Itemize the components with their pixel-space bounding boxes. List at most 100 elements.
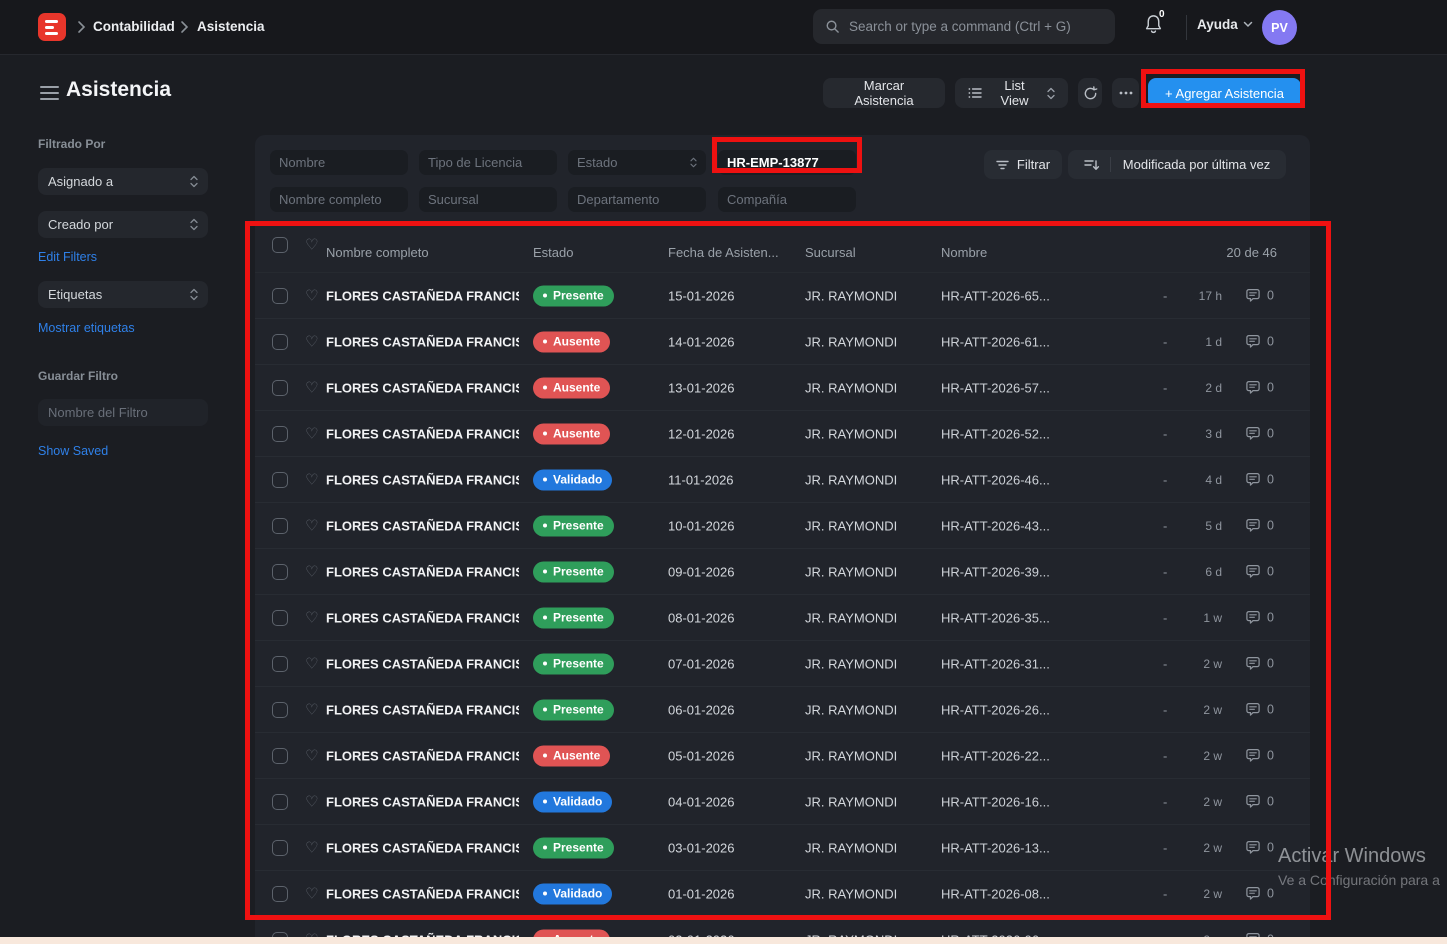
table-row[interactable]: FLORES CASTAÑEDA FRANCISC Presente 06-01…	[255, 687, 1310, 733]
table-row[interactable]: FLORES CASTAÑEDA FRANCISC Presente 09-01…	[255, 549, 1310, 595]
filter-compania-input[interactable]	[718, 187, 856, 212]
filter-estado-select[interactable]: Estado	[568, 150, 706, 175]
comment-count[interactable]: 0	[1245, 334, 1274, 349]
comment-count[interactable]: 0	[1245, 702, 1274, 717]
help-menu[interactable]: Ayuda	[1197, 17, 1253, 32]
comment-count[interactable]: 0	[1245, 426, 1274, 441]
heart-icon[interactable]	[305, 470, 318, 488]
sidebar-toggle-icon[interactable]	[40, 86, 59, 100]
row-checkbox[interactable]	[272, 564, 288, 580]
table-row[interactable]: FLORES CASTAÑEDA FRANCISC Ausente 12-01-…	[255, 411, 1310, 457]
assigned-to-select[interactable]: Asignado a	[38, 168, 208, 195]
row-checkbox[interactable]	[272, 472, 288, 488]
filter-employee-input[interactable]: HR-EMP-13877	[718, 150, 856, 175]
heart-icon[interactable]	[305, 654, 318, 672]
employee-name-link[interactable]: FLORES CASTAÑEDA FRANCISC	[326, 610, 519, 625]
employee-name-link[interactable]: FLORES CASTAÑEDA FRANCISC	[326, 840, 519, 855]
comment-count[interactable]: 0	[1245, 886, 1274, 901]
table-row[interactable]: FLORES CASTAÑEDA FRANCISC Presente 07-01…	[255, 641, 1310, 687]
row-checkbox[interactable]	[272, 610, 288, 626]
created-by-select[interactable]: Creado por	[38, 211, 208, 238]
avatar[interactable]: PV	[1262, 10, 1297, 45]
notifications-button[interactable]: 0	[1143, 13, 1173, 43]
edit-filters-link[interactable]: Edit Filters	[38, 250, 97, 264]
row-checkbox[interactable]	[272, 334, 288, 350]
filter-button[interactable]: Filtrar	[984, 150, 1062, 179]
heart-icon[interactable]	[305, 884, 318, 902]
heart-icon[interactable]	[305, 332, 318, 350]
sort-button[interactable]: Modificada por última vez	[1068, 150, 1286, 179]
more-options-button[interactable]	[1112, 78, 1139, 108]
table-row[interactable]: FLORES CASTAÑEDA FRANCISC Ausente 13-01-…	[255, 365, 1310, 411]
row-checkbox[interactable]	[272, 748, 288, 764]
employee-name-link[interactable]: FLORES CASTAÑEDA FRANCISC	[326, 472, 519, 487]
mark-attendance-button[interactable]: Marcar Asistencia	[823, 78, 945, 108]
like-filter-icon[interactable]	[305, 236, 318, 254]
employee-name-link[interactable]: FLORES CASTAÑEDA FRANCISC	[326, 748, 519, 763]
comment-count[interactable]: 0	[1245, 564, 1274, 579]
heart-icon[interactable]	[305, 608, 318, 626]
comment-count[interactable]: 0	[1245, 794, 1274, 809]
show-saved-link[interactable]: Show Saved	[38, 444, 108, 458]
comment-count[interactable]: 0	[1245, 288, 1274, 303]
employee-name-link[interactable]: FLORES CASTAÑEDA FRANCISC	[326, 518, 519, 533]
app-logo-icon[interactable]	[38, 13, 66, 41]
tags-select[interactable]: Etiquetas	[38, 281, 208, 308]
employee-name-link[interactable]: FLORES CASTAÑEDA FRANCISC	[326, 380, 519, 395]
table-row[interactable]: FLORES CASTAÑEDA FRANCISC Validado 01-01…	[255, 871, 1310, 917]
comment-count[interactable]: 0	[1245, 380, 1274, 395]
employee-name-link[interactable]: FLORES CASTAÑEDA FRANCISC	[326, 656, 519, 671]
heart-icon[interactable]	[305, 424, 318, 442]
heart-icon[interactable]	[305, 746, 318, 764]
row-checkbox[interactable]	[272, 656, 288, 672]
row-checkbox[interactable]	[272, 886, 288, 902]
table-row[interactable]: FLORES CASTAÑEDA FRANCISC Ausente 14-01-…	[255, 319, 1310, 365]
breadcrumb-contabilidad[interactable]: Contabilidad	[93, 19, 175, 34]
row-checkbox[interactable]	[272, 702, 288, 718]
row-checkbox[interactable]	[272, 794, 288, 810]
heart-icon[interactable]	[305, 700, 318, 718]
heart-icon[interactable]	[305, 286, 318, 304]
table-row[interactable]: FLORES CASTAÑEDA FRANCISC Presente 08-01…	[255, 595, 1310, 641]
row-checkbox[interactable]	[272, 288, 288, 304]
show-tags-link[interactable]: Mostrar etiquetas	[38, 321, 135, 335]
table-row[interactable]: FLORES CASTAÑEDA FRANCISC Presente 03-01…	[255, 825, 1310, 871]
comment-count[interactable]: 0	[1245, 472, 1274, 487]
row-checkbox[interactable]	[272, 426, 288, 442]
table-row[interactable]: FLORES CASTAÑEDA FRANCISC Presente 10-01…	[255, 503, 1310, 549]
view-selector-button[interactable]: List View	[955, 78, 1068, 108]
table-row[interactable]: FLORES CASTAÑEDA FRANCISC Ausente 05-01-…	[255, 733, 1310, 779]
heart-icon[interactable]	[305, 516, 318, 534]
refresh-button[interactable]	[1078, 78, 1102, 108]
comment-count[interactable]: 0	[1245, 840, 1274, 855]
employee-name-link[interactable]: FLORES CASTAÑEDA FRANCISC	[326, 886, 519, 901]
employee-name-link[interactable]: FLORES CASTAÑEDA FRANCISC	[326, 702, 519, 717]
breadcrumb-asistencia[interactable]: Asistencia	[197, 19, 265, 34]
filter-nombre-completo-input[interactable]	[270, 187, 408, 212]
heart-icon[interactable]	[305, 562, 318, 580]
filter-sucursal-input[interactable]	[419, 187, 557, 212]
comment-count[interactable]: 0	[1245, 518, 1274, 533]
heart-icon[interactable]	[305, 792, 318, 810]
row-checkbox[interactable]	[272, 840, 288, 856]
record-count[interactable]: 20 de 46	[1195, 245, 1277, 260]
heart-icon[interactable]	[305, 838, 318, 856]
filter-tipo-licencia-input[interactable]	[419, 150, 557, 175]
employee-name-link[interactable]: FLORES CASTAÑEDA FRANCISC	[326, 334, 519, 349]
row-checkbox[interactable]	[272, 518, 288, 534]
heart-icon[interactable]	[305, 378, 318, 396]
table-row[interactable]: FLORES CASTAÑEDA FRANCISC Validado 04-01…	[255, 779, 1310, 825]
filter-nombre-input[interactable]	[270, 150, 408, 175]
comment-count[interactable]: 0	[1245, 656, 1274, 671]
add-attendance-button[interactable]: + Agregar Asistencia	[1148, 78, 1301, 108]
filter-name-input[interactable]	[38, 399, 208, 426]
employee-name-link[interactable]: FLORES CASTAÑEDA FRANCISC	[326, 794, 519, 809]
comment-count[interactable]: 0	[1245, 748, 1274, 763]
employee-name-link[interactable]: FLORES CASTAÑEDA FRANCISC	[326, 564, 519, 579]
select-all-checkbox[interactable]	[272, 237, 288, 253]
global-search-input[interactable]: Search or type a command (Ctrl + G)	[813, 9, 1115, 44]
comment-count[interactable]: 0	[1245, 610, 1274, 625]
employee-name-link[interactable]: FLORES CASTAÑEDA FRANCISC	[326, 426, 519, 441]
filter-departamento-input[interactable]	[568, 187, 706, 212]
row-checkbox[interactable]	[272, 380, 288, 396]
